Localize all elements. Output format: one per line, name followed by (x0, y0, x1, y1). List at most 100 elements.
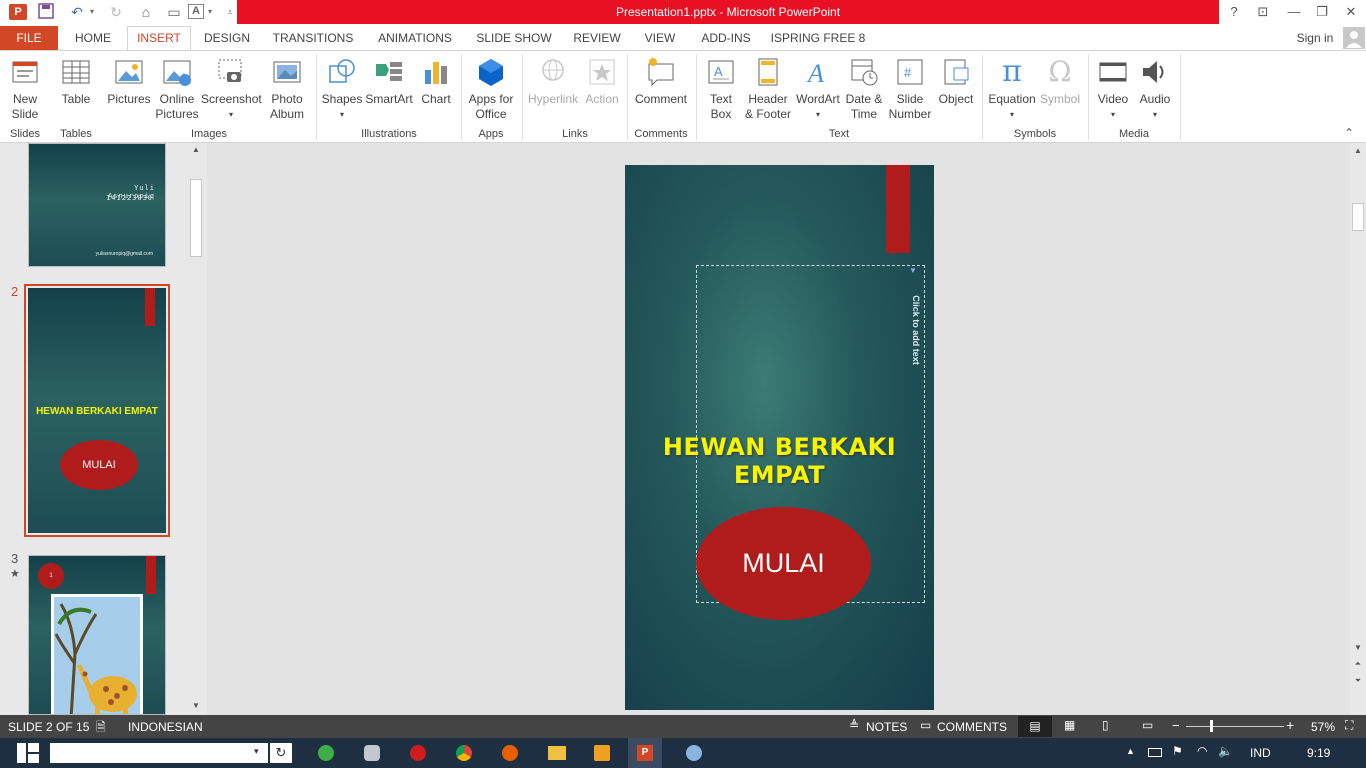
fit-slide-icon[interactable]: ⛶ (1345, 718, 1353, 733)
scroll-up-arrow-icon[interactable]: ▲ (1350, 146, 1366, 155)
volume-icon[interactable]: 🔈 (1218, 744, 1233, 758)
comment-button[interactable]: Comment (630, 54, 692, 124)
zoom-in-icon[interactable]: + (1286, 717, 1294, 733)
apps-for-office-button[interactable]: Apps for Office (464, 54, 518, 124)
show-hidden-icons[interactable]: ▲ (1126, 746, 1135, 756)
action-center-flag-icon[interactable]: ⚑ (1172, 744, 1183, 758)
text-box-button[interactable]: A Text Box (700, 54, 742, 124)
screenshot-button[interactable]: Screenshot ▾ (201, 54, 262, 124)
address-dropdown-icon[interactable]: ▾ (254, 746, 259, 757)
sign-in-link[interactable]: Sign in (1292, 26, 1338, 50)
date-time-button[interactable]: Date & Time (842, 54, 886, 124)
tab-animations[interactable]: ANIMATIONS (372, 26, 458, 50)
shapes-button[interactable]: Shapes ▾ (320, 54, 364, 124)
table-button[interactable]: Table (56, 54, 96, 124)
media-player-icon[interactable] (594, 745, 610, 761)
photo-album-button[interactable]: Photo Album (264, 54, 310, 124)
taskbar-app-3-icon[interactable] (410, 745, 426, 761)
clock[interactable]: 9:19 (1307, 746, 1330, 760)
font-color-icon[interactable]: A (188, 4, 204, 19)
slide-title[interactable]: HEWAN BERKAKI EMPAT (625, 433, 934, 489)
slide-thumbnail-3[interactable]: 1 (28, 555, 166, 715)
wifi-icon[interactable]: ◠ (1197, 744, 1207, 758)
video-button[interactable]: Video ▾ (1091, 54, 1135, 124)
slide-thumbnail-1[interactable]: Yuli Asnuropiq 141223030 yuliasnuropiq@g… (28, 143, 166, 267)
chart-button[interactable]: Chart (416, 54, 456, 124)
minimize-button[interactable]: — (1283, 3, 1305, 21)
click-to-add-text[interactable]: Click to add text (911, 285, 921, 375)
customize-qat-icon[interactable]: ⩡ (225, 3, 235, 21)
slide-2[interactable]: ▼ Click to add text HEWAN BERKAKI EMPAT … (625, 165, 934, 710)
editing-scrollbar[interactable]: ▲ ▼ ⏶ ⏷ (1350, 143, 1366, 715)
next-slide-icon[interactable]: ⏷ (1350, 676, 1366, 686)
equation-button[interactable]: π Equation ▾ (985, 54, 1039, 124)
close-button[interactable]: ✕ (1340, 3, 1362, 21)
scroll-thumb[interactable] (190, 179, 202, 257)
zoom-slider[interactable] (1186, 726, 1284, 727)
paint-icon[interactable] (686, 745, 702, 761)
firefox-icon[interactable] (502, 745, 518, 761)
tab-design[interactable]: DESIGN (198, 26, 256, 50)
audio-button[interactable]: Audio ▾ (1135, 54, 1175, 124)
scroll-up-arrow-icon[interactable]: ▲ (189, 145, 203, 154)
tab-add-ins[interactable]: ADD-INS (696, 26, 756, 50)
normal-view-icon[interactable]: ▤ (1018, 716, 1052, 737)
scroll-down-arrow-icon[interactable]: ▼ (1350, 643, 1366, 652)
tab-insert[interactable]: INSERT (128, 26, 190, 50)
slide-sorter-icon[interactable]: ▦ (1064, 718, 1075, 732)
powerpoint-taskbar-icon[interactable]: P (628, 738, 662, 768)
taskbar-app-2-icon[interactable] (364, 745, 380, 761)
user-avatar-icon[interactable] (1343, 27, 1365, 49)
save-icon[interactable] (37, 3, 55, 21)
reading-view-icon[interactable]: ▯ (1102, 718, 1109, 732)
tab-slide-show[interactable]: SLIDE SHOW (472, 26, 556, 50)
zoom-slider-thumb[interactable] (1210, 720, 1213, 732)
qat-dropdown-icon[interactable]: ▾ (205, 3, 215, 21)
tab-file[interactable]: FILE (0, 26, 58, 50)
online-pictures-button[interactable]: Online Pictures (154, 54, 200, 124)
undo-dropdown-icon[interactable]: ▾ (88, 3, 96, 21)
file-explorer-icon[interactable] (548, 746, 566, 760)
smartart-button[interactable]: SmartArt (364, 54, 414, 124)
new-slide-button[interactable]: New Slide (2, 54, 48, 124)
thumbnails-scrollbar[interactable]: ▲ ▼ (189, 143, 203, 715)
scroll-down-arrow-icon[interactable]: ▼ (189, 701, 203, 710)
tab-ispring[interactable]: ISPRING FREE 8 (770, 26, 866, 50)
input-language[interactable]: IND (1250, 746, 1271, 760)
slide-number-button[interactable]: # Slide Number (886, 54, 934, 124)
undo-icon[interactable]: ↶ (66, 3, 88, 21)
slide-show-icon[interactable]: ▭ (1142, 718, 1153, 732)
tab-review[interactable]: REVIEW (570, 26, 624, 50)
spelling-check-icon[interactable]: 🗎 (96, 718, 106, 739)
collapse-ribbon-icon[interactable]: ⌃ (1344, 126, 1354, 140)
refresh-icon[interactable]: ↻ (270, 743, 292, 763)
taskbar-address-box[interactable] (50, 743, 268, 763)
wordart-button[interactable]: A WordArt ▾ (794, 54, 842, 124)
tab-transitions[interactable]: TRANSITIONS (268, 26, 358, 50)
header-footer-button[interactable]: Header & Footer (744, 54, 792, 124)
help-button[interactable]: ? (1223, 3, 1245, 21)
pictures-button[interactable]: Pictures (105, 54, 153, 124)
notes-icon[interactable]: ≜ (849, 718, 859, 732)
tab-view[interactable]: VIEW (638, 26, 682, 50)
chrome-icon[interactable] (456, 745, 472, 761)
language-indicator[interactable]: INDONESIAN (128, 720, 203, 734)
previous-slide-icon[interactable]: ⏶ (1350, 659, 1366, 669)
zoom-level[interactable]: 57% (1311, 720, 1335, 734)
notes-button[interactable]: NOTES (866, 720, 907, 734)
powerpoint-logo-icon[interactable]: P (9, 4, 27, 20)
mulai-start-button[interactable]: MULAI (696, 507, 871, 620)
zoom-out-icon[interactable]: − (1172, 718, 1180, 733)
taskbar-app-1-icon[interactable] (318, 745, 334, 761)
tab-home[interactable]: HOME (66, 26, 120, 50)
restore-button[interactable]: ❐ (1311, 3, 1333, 21)
object-button[interactable]: Object (934, 54, 978, 124)
slide-thumbnail-2[interactable]: HEWAN BERKAKI EMPAT MULAI (28, 288, 166, 533)
start-button-icon[interactable] (17, 743, 39, 763)
presentation-icon[interactable]: ⌂ (137, 3, 155, 21)
comments-button[interactable]: COMMENTS (937, 720, 1007, 734)
comments-icon[interactable]: ▭ (920, 718, 931, 732)
ribbon-display-options-icon[interactable]: ⊡ (1252, 3, 1274, 21)
new-file-icon[interactable]: ▭ (166, 3, 182, 21)
scroll-thumb[interactable] (1352, 203, 1364, 231)
